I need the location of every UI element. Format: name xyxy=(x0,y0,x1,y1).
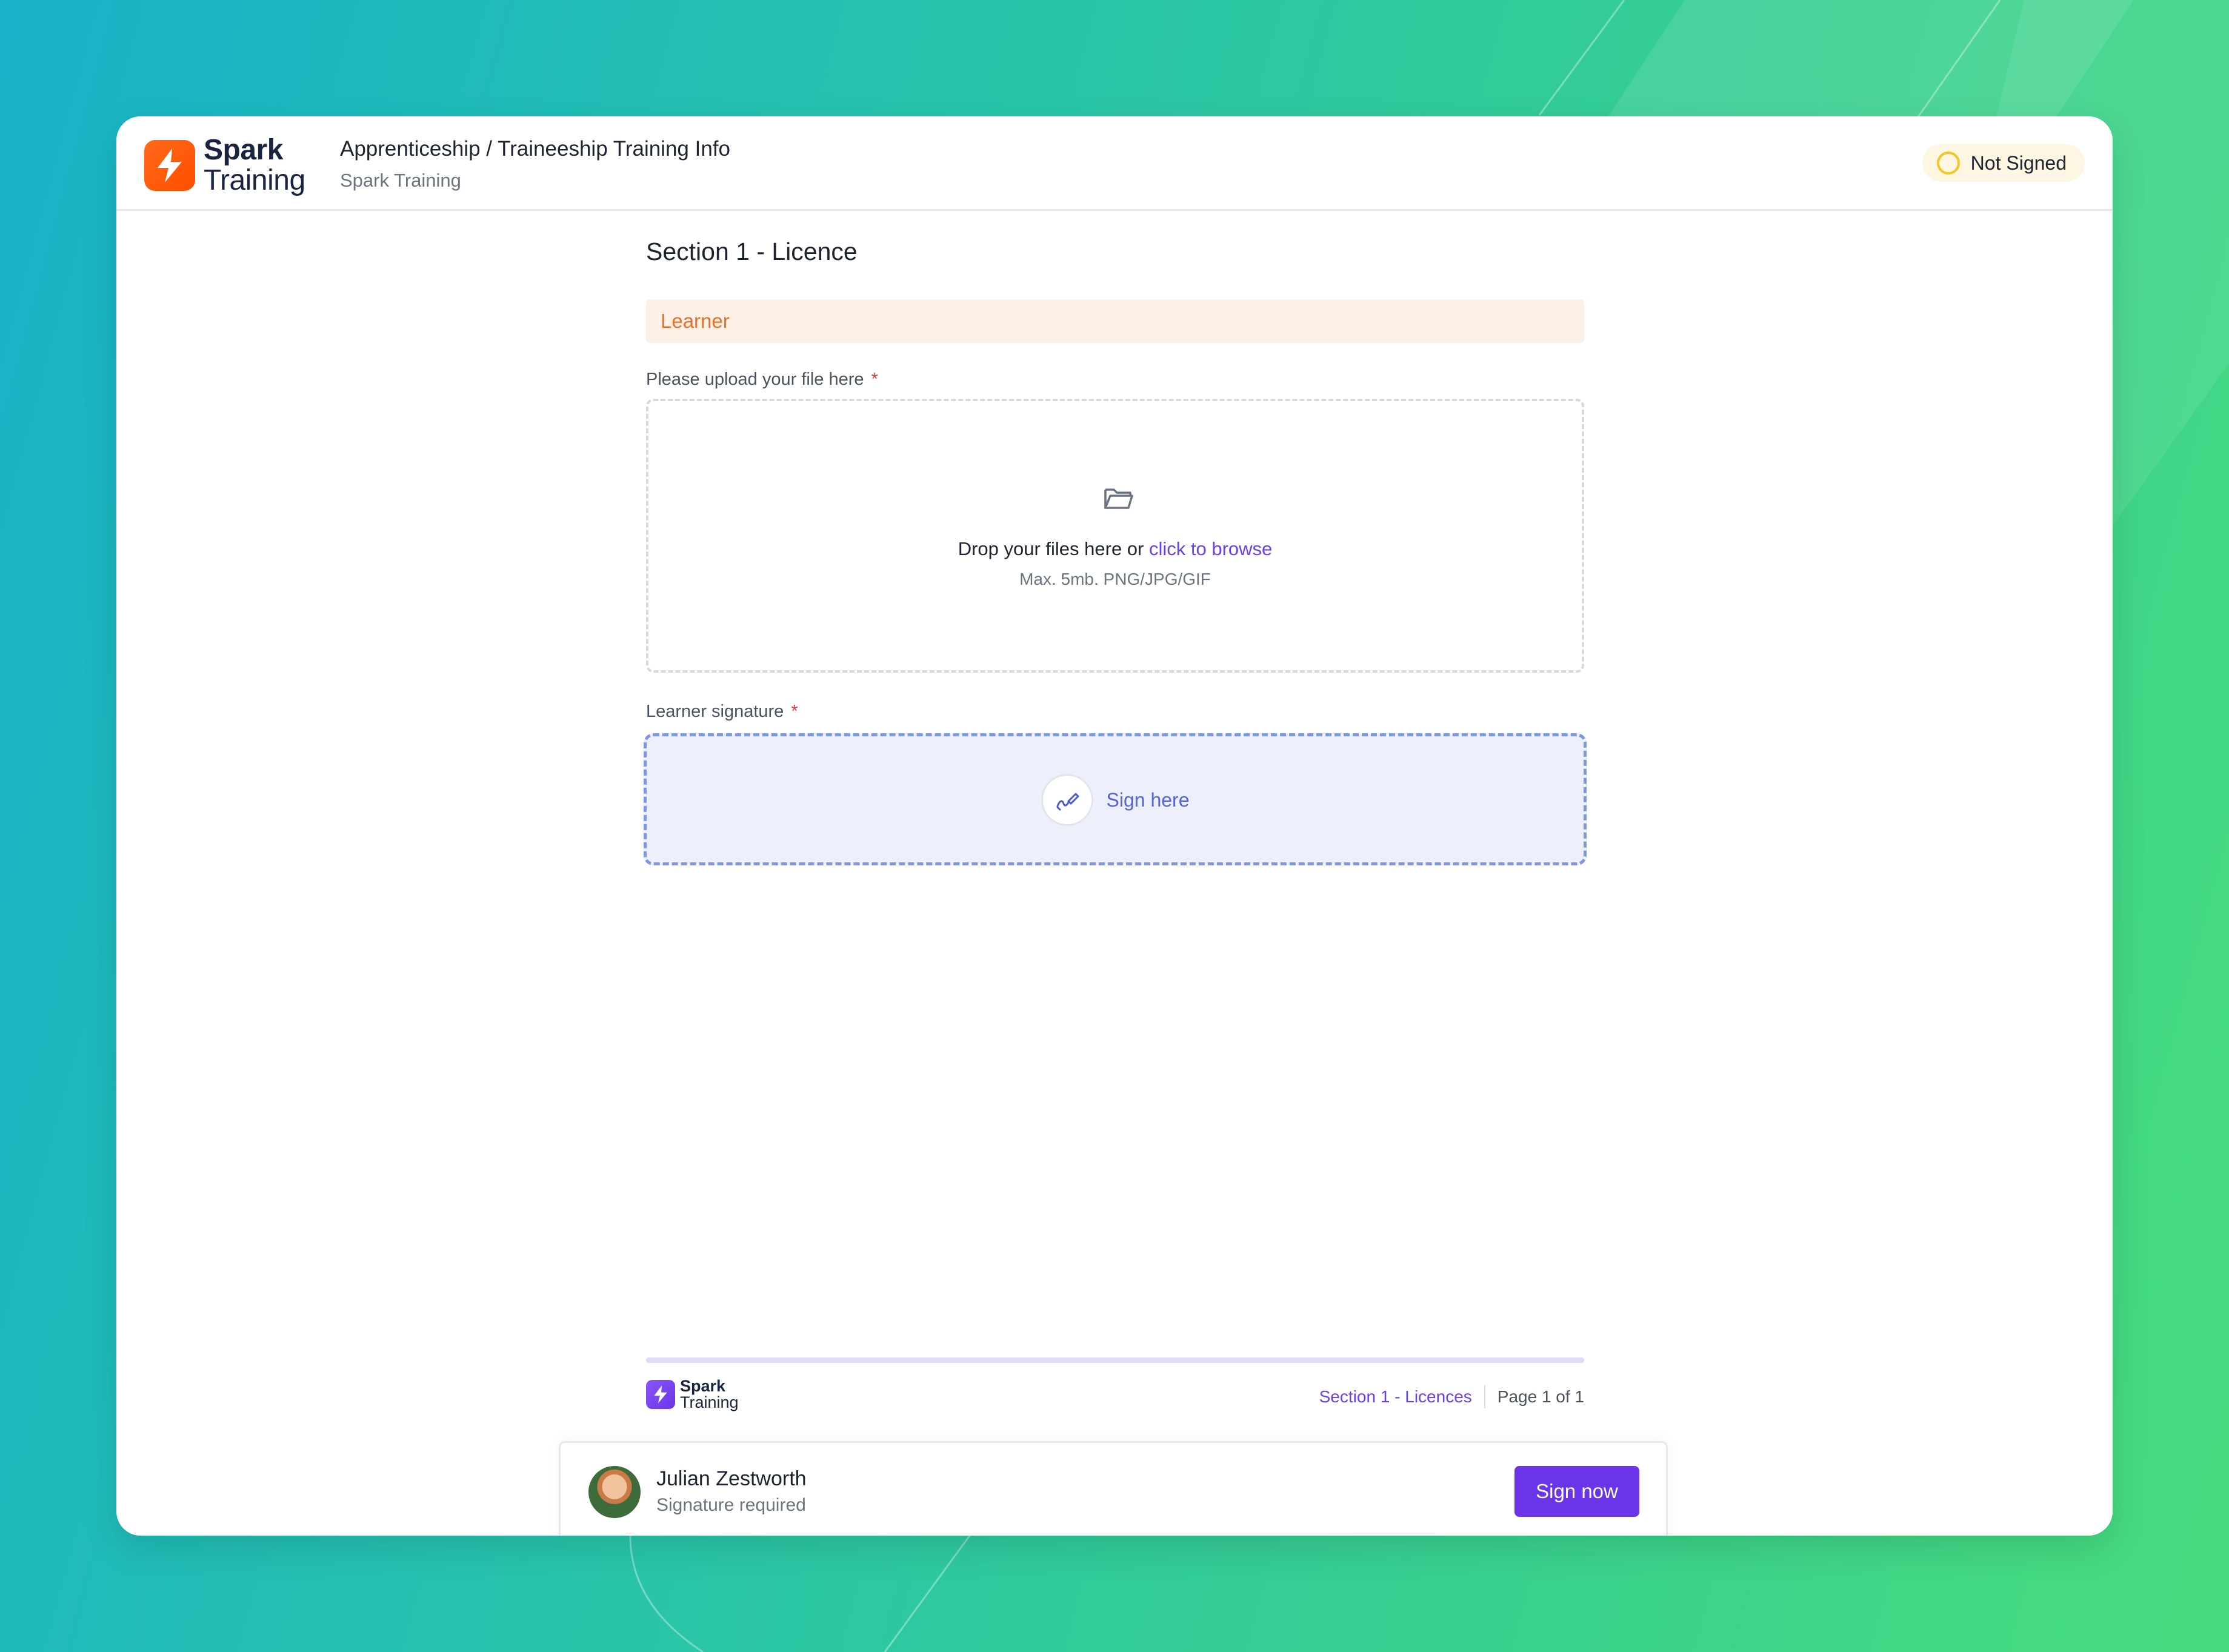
footer-separator xyxy=(1484,1385,1485,1408)
footer-logo-line1: Spark xyxy=(680,1377,726,1395)
upload-label-text: Please upload your file here xyxy=(646,370,864,389)
status-badge: Not Signed xyxy=(1922,144,2085,182)
document-title-block: Apprenticeship / Traineeship Training In… xyxy=(340,137,730,192)
signer-status: Signature required xyxy=(656,1495,806,1515)
signer-name: Julian Zestworth xyxy=(656,1467,807,1490)
logo-text-line1: Spark xyxy=(204,134,283,166)
avatar xyxy=(588,1466,641,1518)
footer-section-link[interactable]: Section 1 - Licences xyxy=(1319,1387,1472,1407)
signature-pen-icon xyxy=(1041,774,1093,826)
lightning-icon xyxy=(646,1380,675,1409)
folder-open-icon xyxy=(1104,486,1134,513)
signer-card: Julian Zestworth Signature required Sign… xyxy=(559,1441,1668,1536)
brand-logo: Spark Training xyxy=(144,136,305,195)
footer-divider xyxy=(646,1357,1584,1363)
lightning-icon xyxy=(144,140,195,191)
document-subtitle: Spark Training xyxy=(340,170,461,191)
sign-here-label: Sign here xyxy=(1106,788,1190,811)
footer-logo: Spark Training xyxy=(646,1378,739,1411)
logo-text-line2: Training xyxy=(204,164,305,196)
browse-link[interactable]: click to browse xyxy=(1149,538,1272,559)
drop-instructions: Drop your files here or click to browse xyxy=(648,538,1582,560)
drop-text: Drop your files here or xyxy=(958,538,1144,559)
section-title: Section 1 - Licence xyxy=(646,238,858,265)
file-dropzone[interactable]: Drop your files here or click to browse … xyxy=(646,399,1584,673)
app-window: Spark Training Apprenticeship / Trainees… xyxy=(116,116,2113,1536)
signature-field[interactable]: Sign here xyxy=(644,733,1587,865)
role-banner: Learner xyxy=(646,299,1584,343)
sign-now-button[interactable]: Sign now xyxy=(1514,1466,1639,1517)
required-marker: * xyxy=(791,702,798,721)
signature-label-text: Learner signature xyxy=(646,702,784,721)
footer-meta: Section 1 - Licences Page 1 of 1 xyxy=(1319,1385,1584,1408)
file-size-hint: Max. 5mb. PNG/JPG/GIF xyxy=(1019,570,1211,588)
header: Spark Training Apprenticeship / Trainees… xyxy=(116,116,2113,211)
status-text: Not Signed xyxy=(1970,152,2067,174)
page-indicator: Page 1 of 1 xyxy=(1497,1387,1584,1406)
role-label: Learner xyxy=(661,310,730,332)
required-marker: * xyxy=(871,370,878,389)
upload-label: Please upload your file here * xyxy=(646,370,878,390)
footer-logo-line2: Training xyxy=(680,1393,739,1411)
status-circle-icon xyxy=(1936,152,1960,175)
signature-label: Learner signature * xyxy=(646,702,798,722)
document-title: Apprenticeship / Traineeship Training In… xyxy=(340,137,730,161)
